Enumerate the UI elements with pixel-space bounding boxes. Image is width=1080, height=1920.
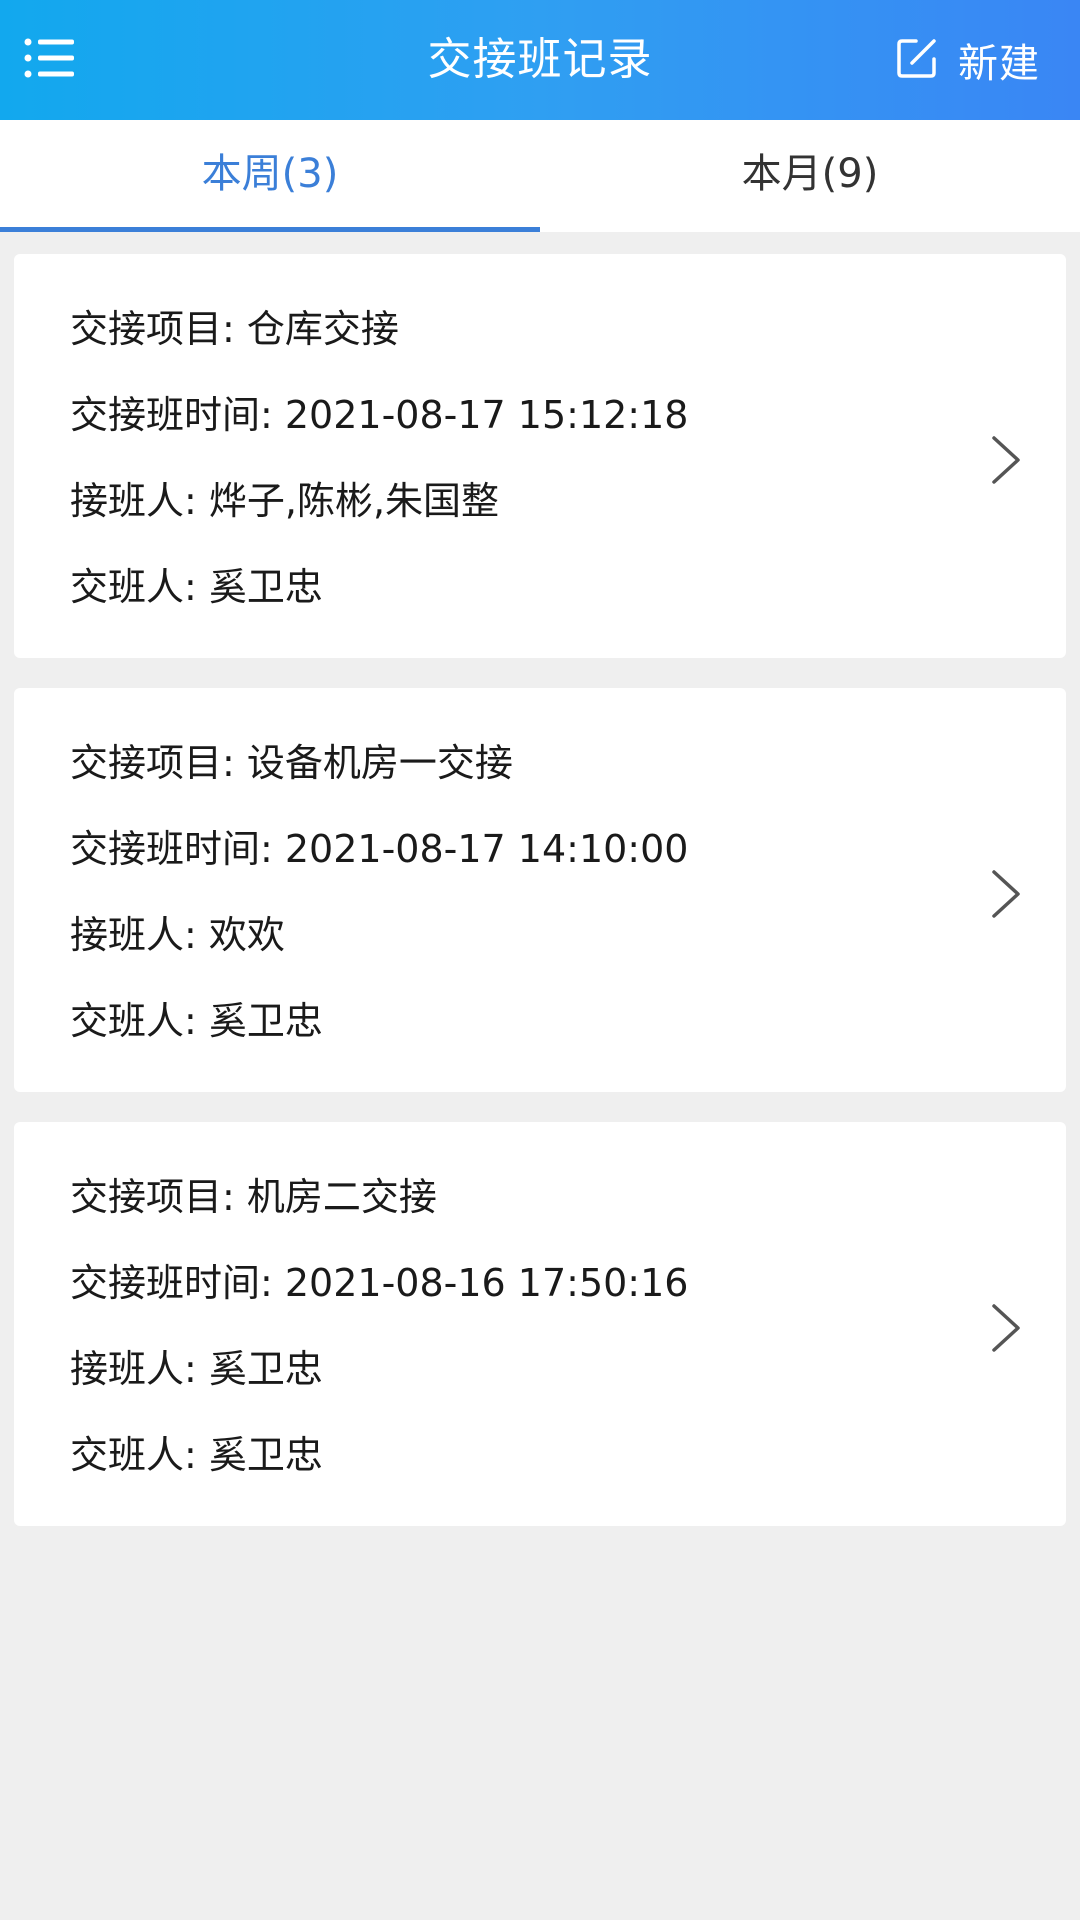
record-receiver: 接班人: 奚卫忠 — [70, 1347, 323, 1391]
record-receiver: 接班人: 烨子,陈彬,朱国整 — [70, 479, 500, 523]
tab-this-week[interactable]: 本周(3) — [0, 120, 540, 232]
record-time: 交接班时间: 2021-08-16 17:50:16 — [70, 1261, 689, 1305]
record-handover: 交班人: 奚卫忠 — [70, 1433, 323, 1477]
chevron-right-icon — [986, 432, 1026, 488]
tab-this-month[interactable]: 本月(9) — [540, 120, 1080, 232]
handover-record-list: 交接项目: 仓库交接 交接班时间: 2021-08-17 15:12:18 接班… — [14, 254, 1066, 1556]
app-header: 交接班记录 新建 — [0, 0, 1080, 120]
record-time: 交接班时间: 2021-08-17 14:10:00 — [70, 827, 689, 871]
record-card[interactable]: 交接项目: 机房二交接 交接班时间: 2021-08-16 17:50:16 接… — [14, 1122, 1066, 1526]
chevron-right-icon — [986, 866, 1026, 922]
period-tabs: 本周(3) 本月(9) — [0, 120, 1080, 232]
record-project: 交接项目: 设备机房一交接 — [70, 741, 513, 785]
record-card[interactable]: 交接项目: 设备机房一交接 交接班时间: 2021-08-17 14:10:00… — [14, 688, 1066, 1092]
record-project: 交接项目: 机房二交接 — [70, 1175, 437, 1219]
record-handover: 交班人: 奚卫忠 — [70, 565, 323, 609]
edit-icon — [894, 35, 940, 85]
record-time: 交接班时间: 2021-08-17 15:12:18 — [70, 393, 689, 437]
chevron-right-icon — [986, 1300, 1026, 1356]
record-receiver: 接班人: 欢欢 — [70, 913, 285, 957]
new-record-label: 新建 — [958, 41, 1040, 87]
record-project: 交接项目: 仓库交接 — [70, 307, 399, 351]
new-record-button[interactable]: 新建 — [894, 30, 1040, 90]
record-handover: 交班人: 奚卫忠 — [70, 999, 323, 1043]
record-card[interactable]: 交接项目: 仓库交接 交接班时间: 2021-08-17 15:12:18 接班… — [14, 254, 1066, 658]
